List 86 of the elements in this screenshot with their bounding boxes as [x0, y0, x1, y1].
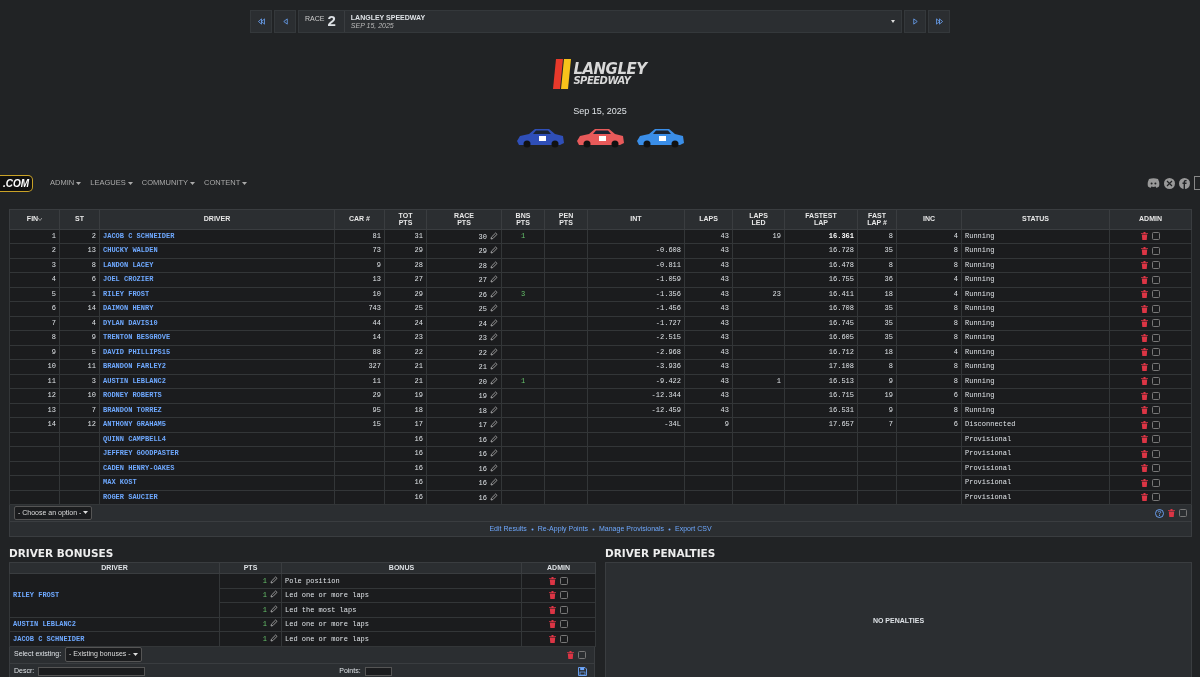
checkbox[interactable] — [1152, 348, 1161, 357]
menu-button[interactable] — [1194, 176, 1200, 190]
trash-icon[interactable] — [1168, 509, 1175, 517]
trash-icon[interactable] — [567, 650, 574, 659]
stripes-icon — [553, 59, 572, 89]
logo-text: SPEEDWAY — [573, 76, 633, 86]
separator-dot — [668, 527, 671, 531]
trash-icon[interactable] — [548, 620, 556, 629]
caret-icon — [891, 20, 895, 23]
checkbox[interactable] — [1152, 275, 1161, 284]
checkbox[interactable] — [1152, 420, 1161, 429]
trash-icon[interactable] — [1140, 406, 1148, 415]
event-date: Sep 15, 2025 — [572, 105, 628, 118]
caret-icon — [76, 181, 82, 185]
x-icon[interactable] — [1164, 177, 1175, 189]
caret-icon — [242, 181, 248, 185]
trash-icon[interactable] — [548, 591, 556, 600]
separator-dot — [592, 527, 595, 531]
site-logo[interactable]: .COM — [0, 174, 34, 192]
checkbox[interactable] — [1152, 377, 1161, 386]
chevron-icon — [83, 511, 89, 515]
trash-icon[interactable] — [1140, 493, 1148, 502]
caret-icon — [127, 181, 133, 185]
input-field[interactable] — [364, 667, 392, 677]
checkbox[interactable] — [560, 591, 569, 600]
last-race-button[interactable] — [928, 10, 950, 33]
separator-dot — [530, 527, 534, 531]
trash-icon[interactable] — [548, 576, 556, 585]
logo-text: LANGLEY — [573, 62, 647, 77]
checkbox[interactable] — [560, 576, 569, 585]
trash-icon[interactable] — [1140, 420, 1148, 429]
checkbox[interactable] — [1152, 493, 1161, 502]
trash-icon[interactable] — [1140, 464, 1148, 473]
trash-icon[interactable] — [548, 634, 556, 643]
right-icon — [911, 18, 919, 25]
sort-icon[interactable] — [38, 218, 43, 221]
trash-icon[interactable] — [1140, 261, 1148, 270]
checkbox[interactable] — [1179, 509, 1187, 517]
checkbox[interactable] — [1152, 449, 1161, 458]
help-icon[interactable] — [1155, 508, 1164, 518]
facebook-icon[interactable] — [1179, 177, 1190, 189]
trash-icon[interactable] — [1140, 246, 1148, 255]
trash-icon[interactable] — [548, 605, 556, 614]
input-field[interactable] — [38, 667, 146, 677]
checkbox[interactable] — [1152, 261, 1161, 270]
trash-icon[interactable] — [1140, 435, 1148, 444]
trash-icon[interactable] — [1140, 319, 1148, 328]
checkbox[interactable] — [1152, 464, 1161, 473]
checkbox[interactable] — [1152, 362, 1161, 371]
checkbox[interactable] — [1152, 232, 1161, 241]
previous-race-button[interactable] — [274, 10, 296, 33]
trash-icon[interactable] — [1140, 333, 1148, 342]
next-race-button[interactable] — [904, 10, 926, 33]
checkbox[interactable] — [1152, 435, 1161, 444]
checkbox[interactable] — [560, 634, 569, 643]
checkbox[interactable] — [1152, 391, 1161, 400]
chevron-icon — [132, 653, 138, 656]
checkbox[interactable] — [1152, 290, 1161, 299]
checkbox[interactable] — [1152, 319, 1161, 328]
checkbox[interactable] — [1152, 478, 1161, 487]
chat-icon[interactable] — [1147, 178, 1160, 188]
checkbox[interactable] — [1152, 304, 1161, 313]
trash-icon[interactable] — [1140, 290, 1148, 299]
save-icon[interactable] — [578, 667, 587, 677]
trash-icon[interactable] — [1140, 348, 1148, 357]
trash-icon[interactable] — [1140, 391, 1148, 400]
trash-icon[interactable] — [1140, 377, 1148, 386]
double-left-icon — [257, 18, 265, 25]
section-title: DRIVER BONUSES — [9, 547, 115, 560]
checkbox[interactable] — [560, 605, 569, 614]
trash-icon[interactable] — [1140, 449, 1148, 458]
trash-icon[interactable] — [1140, 362, 1148, 371]
trash-icon[interactable] — [1140, 478, 1148, 487]
caret-icon — [189, 181, 195, 185]
double-right-icon — [935, 18, 943, 25]
checkbox[interactable] — [578, 650, 586, 659]
checkbox[interactable] — [560, 620, 569, 629]
trash-icon[interactable] — [1140, 304, 1148, 313]
checkbox[interactable] — [1152, 406, 1161, 415]
section-title: DRIVER PENALTIES — [605, 547, 717, 560]
left-icon — [281, 18, 289, 25]
checkbox[interactable] — [1152, 333, 1161, 342]
trash-icon[interactable] — [1140, 275, 1148, 284]
trash-icon[interactable] — [1140, 232, 1148, 241]
checkbox[interactable] — [1152, 246, 1161, 255]
first-race-button[interactable] — [250, 10, 272, 33]
